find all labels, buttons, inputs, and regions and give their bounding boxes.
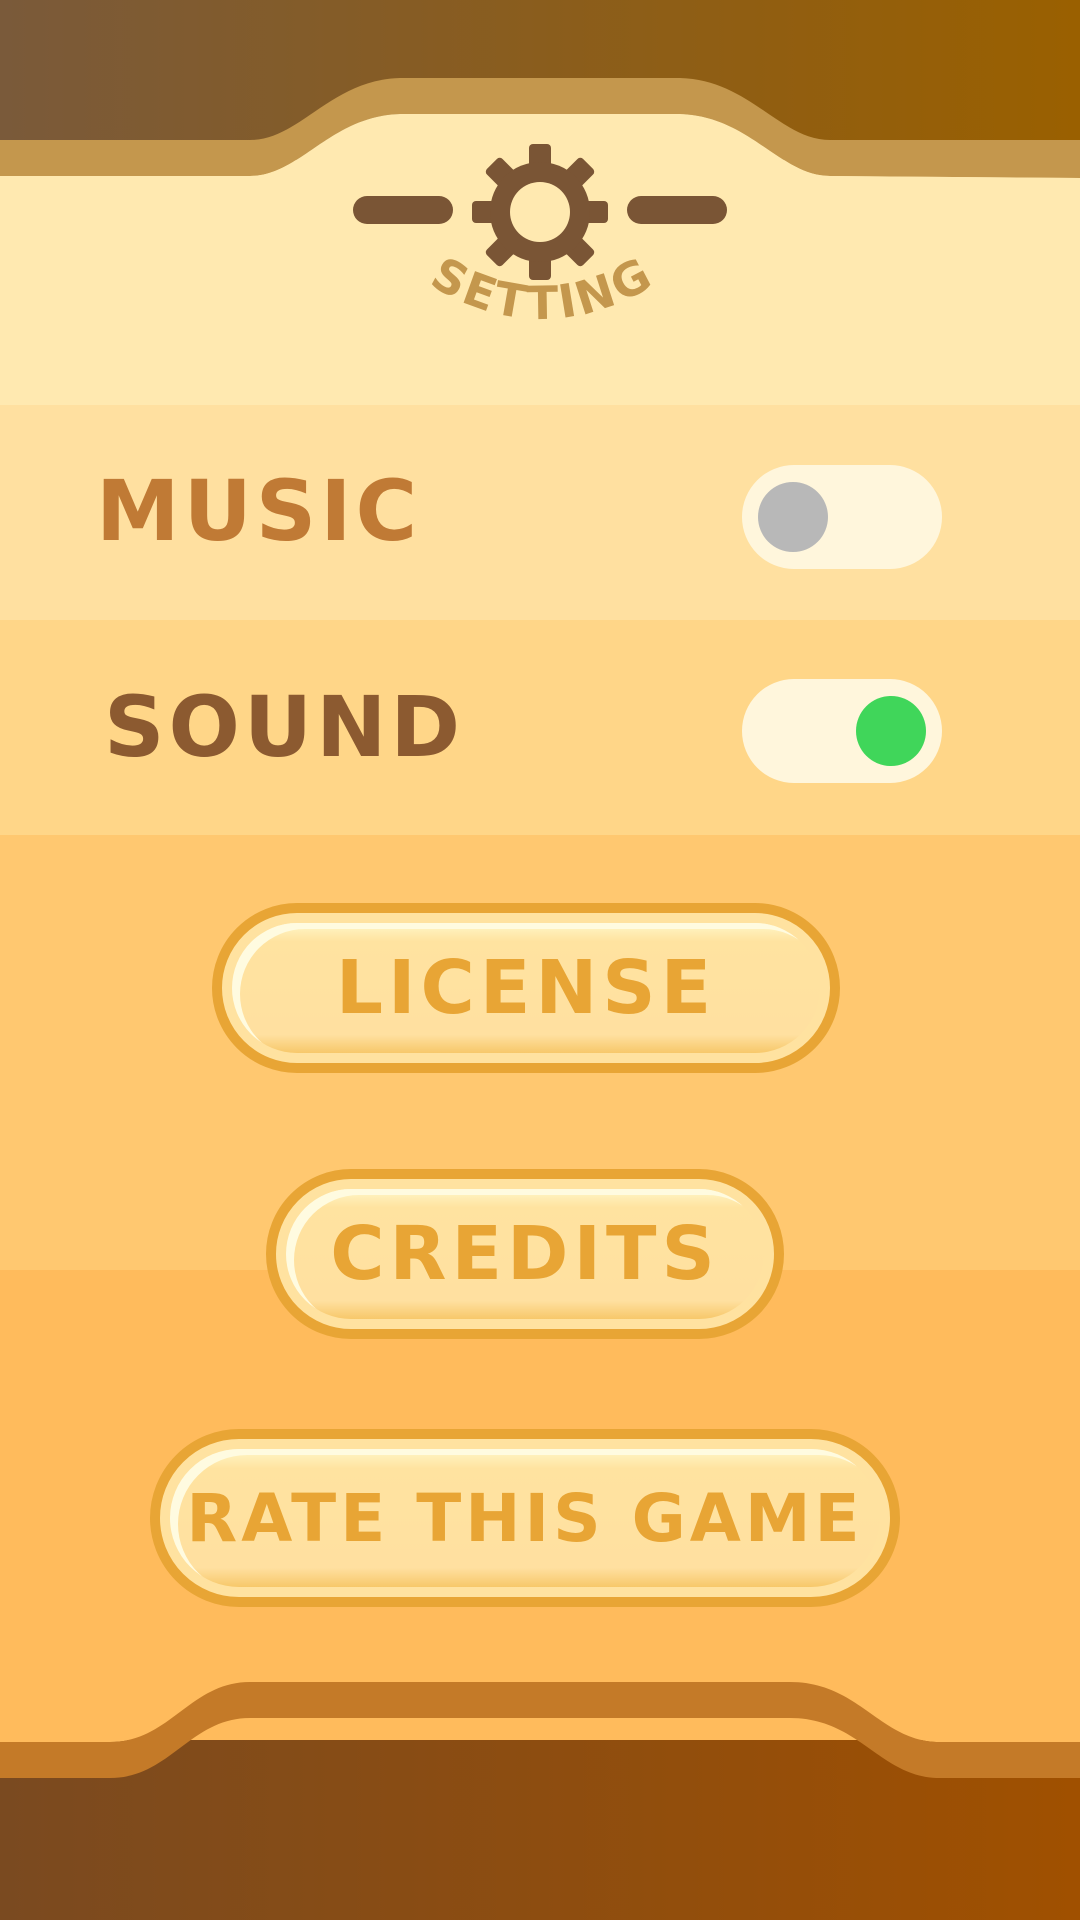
svg-text:SETTING: SETTING <box>423 246 663 331</box>
sound-label: SOUND <box>104 678 465 776</box>
credits-button[interactable]: CREDITS <box>266 1169 784 1339</box>
bottom-frame-edge <box>0 1680 1080 1778</box>
settings-header: SETTING <box>340 130 740 350</box>
rate-game-button[interactable]: RATE THIS GAME <box>150 1429 900 1607</box>
rate-game-button-label: RATE THIS GAME <box>186 1479 864 1557</box>
header-dash-right <box>627 196 727 224</box>
music-toggle[interactable] <box>742 465 942 569</box>
license-button-label: LICENSE <box>335 945 717 1031</box>
settings-title-text: SETTING <box>423 246 660 331</box>
license-button[interactable]: LICENSE <box>212 903 840 1073</box>
settings-title: SETTING <box>423 246 663 331</box>
sound-toggle-knob <box>856 696 926 766</box>
sound-toggle[interactable] <box>742 679 942 783</box>
music-label: MUSIC <box>96 462 422 560</box>
header-dash-left <box>353 196 453 224</box>
credits-button-label: CREDITS <box>330 1211 720 1297</box>
music-toggle-knob <box>758 482 828 552</box>
